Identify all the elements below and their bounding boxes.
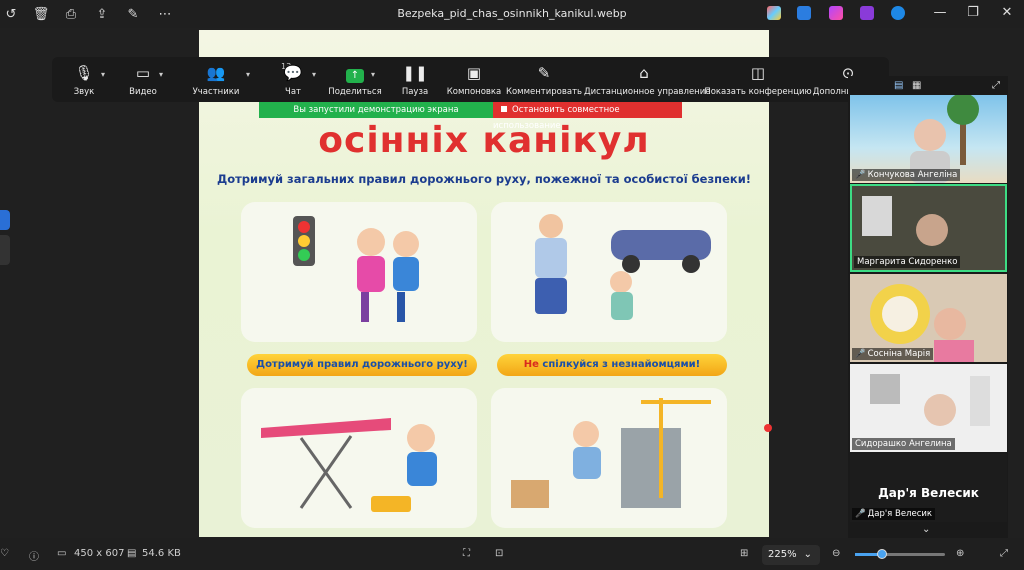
minimize-button[interactable]: — bbox=[929, 5, 951, 23]
maximize-button[interactable]: ❐ bbox=[962, 5, 984, 23]
fit-to-window-icon[interactable]: ⊞ bbox=[740, 548, 748, 559]
expand-icon[interactable]: ⤢ bbox=[992, 80, 1000, 91]
stranger-banner-rest: спілкуйся з незнайомцями! bbox=[538, 359, 701, 370]
share-status-bar: Вы запустили демонстрацию экрана Останов… bbox=[259, 102, 682, 131]
stop-square-icon bbox=[501, 106, 507, 112]
participant-big-name: Дар'я Велесик bbox=[878, 486, 979, 500]
zoom-slider[interactable] bbox=[855, 549, 945, 559]
video-options-caret[interactable]: ▾ bbox=[159, 70, 163, 79]
title-bar: ↺ 🗑 ⎙ ⇪ ✎ ⋯ Bezpeka_pid_chas_osinnikh_ka… bbox=[0, 0, 1024, 28]
traffic-light-kids-illustration bbox=[293, 216, 419, 322]
zoom-in-icon[interactable]: ⊕ bbox=[956, 548, 964, 559]
muted-mic-icon: 🎤 bbox=[855, 170, 866, 180]
filesize-icon: ▤ bbox=[127, 548, 137, 559]
traffic-rules-banner: Дотримуй правил дорожнього руху! bbox=[247, 354, 477, 376]
zoom-level-value: 225% bbox=[768, 549, 797, 560]
participant-name: Сидорашко Ангелина bbox=[855, 439, 952, 449]
meeting-toolbar: 🎙 Звук ▾ ▭ Видео ▾ 👥 Участники 13 ▾ 💬 Ча… bbox=[52, 57, 889, 102]
participant-tile-active[interactable]: Маргарита Сидоренко bbox=[850, 184, 1007, 272]
zoom-slider-handle[interactable] bbox=[877, 549, 887, 559]
participant-name: Сосніна Марія bbox=[867, 349, 931, 359]
show-meeting-icon: ◫ bbox=[750, 64, 766, 82]
image-dimensions: 450 x 607 bbox=[74, 548, 125, 559]
participant-tile-no-video[interactable]: Дар'я Велесик 🎤 Дар'я Велесик bbox=[850, 454, 1007, 522]
participant-name: Кончукова Ангеліна bbox=[867, 170, 958, 180]
participants-gallery: ▤ ▦ ⤢ 🎤 Кончукова Ангеліна Маргарита Сидо… bbox=[848, 76, 1008, 539]
annotate-pen-icon: ✎ bbox=[537, 64, 551, 82]
gallery-view-icon[interactable]: ▤ bbox=[894, 80, 903, 91]
zoom-level-select[interactable]: 225% ⌄ bbox=[762, 545, 820, 565]
favorite-icon[interactable]: ♡ bbox=[0, 548, 9, 559]
poster-subheadline: Дотримуй загальних правил дорожнього рух… bbox=[216, 172, 752, 186]
sharing-indicator: Вы запустили демонстрацию экрана bbox=[259, 102, 493, 118]
clipchamp-icon[interactable] bbox=[829, 6, 843, 20]
photos-icon[interactable] bbox=[797, 6, 811, 20]
remote-control-button[interactable]: ⌂ Дистанционное управление bbox=[584, 63, 711, 97]
show-meeting-button[interactable]: ◫ Показать конференцию bbox=[698, 63, 818, 97]
iron-panel bbox=[241, 388, 477, 528]
stranger-banner-prefix: Не bbox=[523, 359, 539, 370]
stranger-panel bbox=[491, 202, 727, 342]
participant-name: Дар'я Велесик bbox=[867, 509, 933, 519]
left-panel-tab[interactable] bbox=[0, 210, 10, 230]
grid-view-icon[interactable]: ▦ bbox=[912, 80, 921, 91]
traffic-rules-text: Дотримуй правил дорожнього руху! bbox=[256, 359, 468, 370]
scroll-down-chevron-icon[interactable]: ⌄ bbox=[922, 524, 930, 535]
traffic-panel bbox=[241, 202, 477, 342]
clipchamp-video-icon[interactable] bbox=[860, 6, 874, 20]
stop-share-button[interactable]: Остановить совместное использование bbox=[493, 102, 682, 131]
fullscreen-icon[interactable]: ⤢ bbox=[1000, 548, 1008, 559]
construction-panel bbox=[491, 388, 727, 528]
zoom-out-icon[interactable]: ⊖ bbox=[832, 548, 840, 559]
remote-control-mouse-icon: ⌂ bbox=[639, 64, 649, 82]
left-panel-expand-tab[interactable] bbox=[0, 235, 10, 265]
muted-mic-icon: 🎤 bbox=[855, 349, 866, 359]
annotate-button[interactable]: ✎ Комментировать bbox=[499, 63, 589, 97]
info-icon[interactable]: ⓘ bbox=[29, 548, 39, 563]
participant-tile[interactable]: Сидорашко Ангелина bbox=[850, 364, 1007, 452]
visual-search-icon[interactable]: ⊡ bbox=[495, 548, 503, 559]
participant-tile[interactable]: 🎤 Сосніна Марія bbox=[850, 274, 1007, 362]
close-button[interactable]: ✕ bbox=[996, 5, 1018, 23]
copilot-icon[interactable] bbox=[767, 6, 781, 20]
chevron-down-icon: ⌄ bbox=[803, 549, 812, 560]
stranger-banner: Не спілкуйся з незнайомцями! bbox=[497, 354, 727, 376]
dimensions-icon: ▭ bbox=[57, 548, 67, 559]
file-size: 54.6 KB bbox=[142, 548, 181, 559]
participant-name: Маргарита Сидоренко bbox=[857, 257, 958, 267]
crop-icon[interactable]: ⛶ bbox=[463, 548, 470, 559]
construction-site-illustration bbox=[511, 398, 711, 508]
onedrive-icon[interactable] bbox=[891, 6, 905, 20]
participant-tile[interactable]: 🎤 Кончукова Ангеліна bbox=[850, 95, 1007, 183]
muted-mic-icon: 🎤 bbox=[855, 509, 866, 519]
red-dot-cursor bbox=[764, 424, 772, 432]
stranger-car-illustration bbox=[535, 214, 711, 320]
iron-boy-illustration bbox=[261, 418, 437, 512]
poster-headline: осінніх канікул bbox=[318, 120, 650, 161]
